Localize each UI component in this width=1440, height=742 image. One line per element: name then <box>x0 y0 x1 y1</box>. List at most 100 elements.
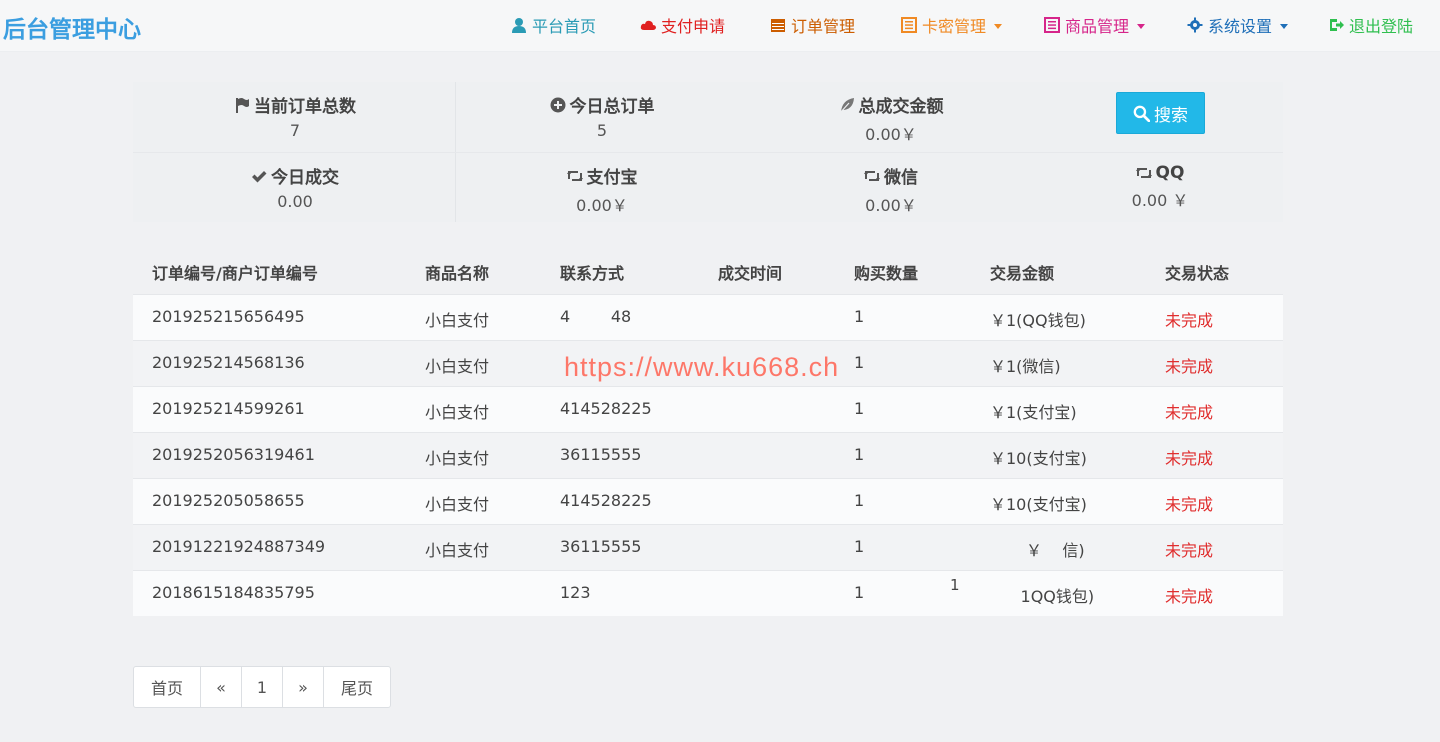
stat-value: 0.00￥ <box>865 125 917 144</box>
stat-label: 支付宝 <box>586 168 638 188</box>
quantity: 1 <box>854 583 865 602</box>
quantity: 1 <box>854 353 865 372</box>
chevron-down-icon <box>994 23 1003 29</box>
contact: 414528225 <box>560 491 652 510</box>
stat-wechat: 微信 0.00￥ <box>781 163 1001 216</box>
table-row[interactable]: 20191221924887349 小白支付 36115555 1 ￥ 信) 未… <box>133 524 1283 570</box>
page-first[interactable]: 首页 <box>134 667 201 707</box>
check-icon <box>252 170 267 182</box>
status-badge: 未完成 <box>1165 357 1214 376</box>
table-row[interactable]: 201925215656495 小白支付 4 48 1 ￥1(QQ钱包) 未完成 <box>133 294 1283 340</box>
contact: 414528225 <box>560 399 652 418</box>
gear-icon <box>1187 17 1203 33</box>
book-icon <box>1044 17 1060 33</box>
nav-logout[interactable]: 退出登陆 <box>1328 13 1413 37</box>
stat-today-orders: 今日总订单 5 <box>492 92 712 140</box>
stat-alipay: 支付宝 0.00￥ <box>492 163 712 216</box>
quantity: 1 <box>854 445 865 464</box>
nav-platform-home[interactable]: 平台首页 <box>511 13 596 37</box>
stat-label: 微信 <box>884 168 918 188</box>
table-row[interactable]: 2018615184835795 123 1 1QQ钱包) 未完成 <box>133 570 1283 616</box>
plus-circle-icon <box>550 97 565 112</box>
column-header: 商品名称 <box>425 264 490 283</box>
page-prev[interactable]: « <box>201 667 242 707</box>
search-button[interactable]: 搜索 <box>1116 92 1205 134</box>
logout-icon <box>1330 19 1344 31</box>
retweet-icon <box>566 170 583 181</box>
status-badge: 未完成 <box>1165 403 1214 422</box>
flag-icon <box>236 97 249 113</box>
table-header: 订单编号/商户订单编号 商品名称 联系方式 成交时间 购买数量 交易金额 交易状… <box>133 248 1283 294</box>
amount: ￥10(支付宝) <box>990 449 1087 468</box>
product-name: 小白支付 <box>425 357 490 376</box>
stat-total-amount: 总成交金额 0.00￥ <box>781 92 1001 145</box>
stat-value: 0.00￥ <box>865 196 917 215</box>
amount: ￥1(QQ钱包) <box>990 311 1086 330</box>
nav-label: 平台首页 <box>532 17 597 36</box>
order-id: 201925214568136 <box>152 353 305 372</box>
quantity: 1 <box>854 537 865 556</box>
amount: ￥1(微信) <box>990 357 1061 376</box>
divider <box>133 152 1283 153</box>
quantity: 1 <box>854 491 865 510</box>
nav-order-manage[interactable]: 订单管理 <box>770 13 855 37</box>
contact: 36115555 <box>560 537 642 556</box>
nav-card-manage[interactable]: 卡密管理 <box>901 13 1003 37</box>
stat-qq: QQ 0.00 ￥ <box>1050 163 1270 211</box>
status-badge: 未完成 <box>1165 449 1214 468</box>
product-name: 小白支付 <box>425 541 490 560</box>
amount: ￥1(支付宝) <box>990 403 1077 422</box>
nav-label: 商品管理 <box>1065 17 1130 36</box>
nav-system-settings[interactable]: 系统设置 <box>1187 13 1289 37</box>
retweet-icon <box>1135 168 1152 178</box>
order-id: 20191221924887349 <box>152 537 326 556</box>
nav-goods-manage[interactable]: 商品管理 <box>1044 13 1146 37</box>
nav-label: 支付申请 <box>661 17 726 36</box>
brand-title[interactable]: 后台管理中心 <box>3 10 141 44</box>
order-id: 201925215656495 <box>152 307 305 326</box>
amount: 1QQ钱包) <box>990 587 1095 606</box>
nav-label: 退出登陆 <box>1349 17 1414 36</box>
chevron-down-icon <box>1137 23 1146 29</box>
nav-label: 卡密管理 <box>922 17 987 36</box>
column-header: 交易金额 <box>990 264 1055 283</box>
stat-label: 当前订单总数 <box>254 97 356 117</box>
nav-label: 订单管理 <box>791 17 856 36</box>
table-row[interactable]: 201925214599261 小白支付 414528225 1 ￥1(支付宝)… <box>133 386 1283 432</box>
status-badge: 未完成 <box>1165 495 1214 514</box>
column-header: 交易状态 <box>1165 264 1230 283</box>
table-row[interactable]: 201925205058655 小白支付 414528225 1 ￥10(支付宝… <box>133 478 1283 524</box>
contact: 4 48 <box>560 307 632 326</box>
order-id: 2018615184835795 <box>152 583 315 602</box>
stat-value: 5 <box>596 121 608 140</box>
stat-total-orders: 当前订单总数 7 <box>185 92 405 140</box>
page-next[interactable]: » <box>283 667 324 707</box>
product-name: 小白支付 <box>425 449 490 468</box>
user-icon <box>512 18 526 33</box>
stat-label: QQ <box>1155 163 1185 183</box>
chevron-down-icon <box>1280 23 1289 29</box>
table-row[interactable]: 2019252056319461 小白支付 36115555 1 ￥10(支付宝… <box>133 432 1283 478</box>
order-id: 2019252056319461 <box>152 445 315 464</box>
product-name: 小白支付 <box>425 311 490 330</box>
column-header: 成交时间 <box>718 264 783 283</box>
nav-label: 系统设置 <box>1208 17 1273 36</box>
calendar-icon <box>771 19 785 32</box>
stat-label: 今日成交 <box>271 168 339 188</box>
contact: 123 <box>560 583 591 602</box>
stats-panel: 当前订单总数 7 今日总订单 5 总成交金额 0.00￥ 搜索 今日成交 0.0… <box>133 82 1283 222</box>
order-id: 201925214599261 <box>152 399 305 418</box>
table-row[interactable]: 201925214568136 小白支付 1 ￥1(微信) 未完成 <box>133 340 1283 386</box>
top-navbar: 后台管理中心 平台首页 支付申请 订单管理 卡密管理 商品管理 系统设置 退出登… <box>0 0 1440 52</box>
retweet-icon <box>864 170 880 181</box>
page-number[interactable]: 1 <box>242 667 283 707</box>
status-badge: 未完成 <box>1165 541 1214 560</box>
status-badge: 未完成 <box>1165 587 1214 606</box>
nav-payment-apply[interactable]: 支付申请 <box>640 13 725 37</box>
page-last[interactable]: 尾页 <box>324 667 390 707</box>
stat-today-deal: 今日成交 0.00 <box>185 163 405 211</box>
order-id: 201925205058655 <box>152 491 305 510</box>
stat-label: 今日总订单 <box>569 97 655 117</box>
status-badge: 未完成 <box>1165 311 1214 330</box>
column-header: 订单编号/商户订单编号 <box>152 264 318 283</box>
